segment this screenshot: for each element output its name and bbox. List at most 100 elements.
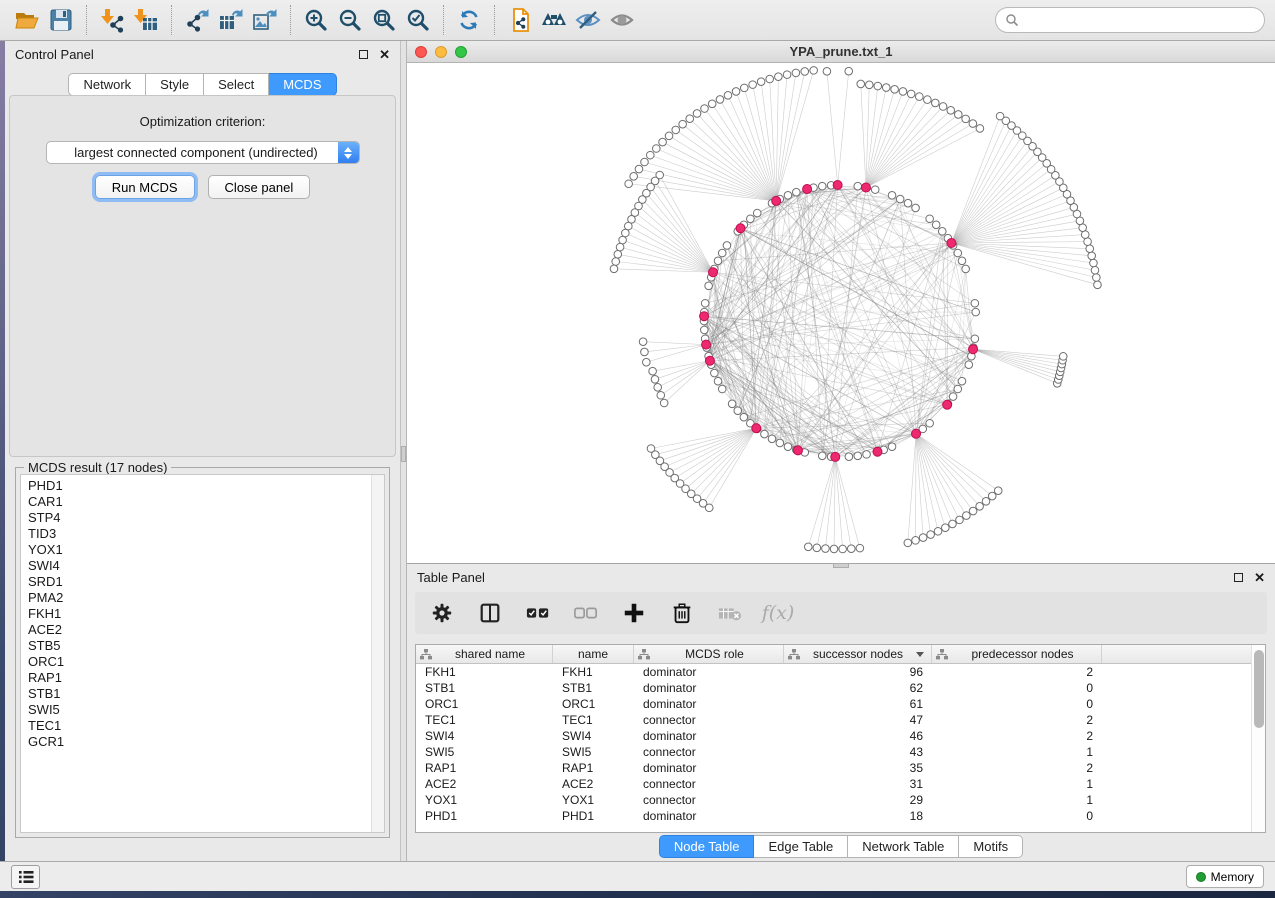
leaf-node[interactable]: [622, 229, 630, 237]
column-header-predecessor-nodes[interactable]: predecessor nodes: [932, 645, 1102, 663]
ring-node[interactable]: [926, 419, 934, 427]
import-network-icon[interactable]: [95, 4, 129, 36]
leaf-node[interactable]: [1093, 274, 1101, 282]
leaf-node[interactable]: [857, 80, 865, 88]
leaf-node[interactable]: [947, 107, 955, 115]
ring-node[interactable]: [871, 186, 879, 194]
ring-node[interactable]: [971, 335, 979, 343]
leaf-node[interactable]: [643, 358, 651, 366]
export-network-icon[interactable]: [180, 4, 214, 36]
leaf-node[interactable]: [740, 84, 748, 92]
list-item[interactable]: TEC1: [28, 718, 371, 734]
splitter-grip[interactable]: [833, 563, 849, 568]
ring-node[interactable]: [734, 407, 742, 415]
leaf-node[interactable]: [822, 545, 830, 553]
leaf-node[interactable]: [847, 545, 855, 553]
leaf-node[interactable]: [657, 391, 665, 399]
table-scrollbar[interactable]: [1251, 645, 1265, 832]
leaf-node[interactable]: [891, 86, 899, 94]
leaf-node[interactable]: [766, 75, 774, 83]
ring-node[interactable]: [776, 439, 784, 447]
ring-node[interactable]: [888, 192, 896, 200]
leaf-node[interactable]: [1086, 245, 1094, 253]
ring-node[interactable]: [854, 452, 862, 460]
hide-selected-icon[interactable]: [571, 4, 605, 36]
leaf-node[interactable]: [641, 348, 649, 356]
ring-node[interactable]: [958, 377, 966, 385]
leaf-node[interactable]: [672, 126, 680, 134]
leaf-node[interactable]: [792, 69, 800, 77]
leaf-node[interactable]: [982, 497, 990, 505]
leaf-node[interactable]: [635, 165, 643, 173]
list-item[interactable]: PHD1: [28, 478, 371, 494]
column-header-successor-nodes[interactable]: successor nodes: [784, 645, 932, 663]
table-row[interactable]: TEC1TEC1connector472: [416, 712, 1251, 728]
column-header-name[interactable]: name: [553, 645, 634, 663]
leaf-node[interactable]: [874, 82, 882, 90]
leaf-node[interactable]: [962, 115, 970, 123]
list-item[interactable]: STP4: [28, 510, 371, 526]
zoom-out-icon[interactable]: [333, 4, 367, 36]
leaf-node[interactable]: [1090, 259, 1098, 267]
table-row[interactable]: RAP1RAP1dominator352: [416, 760, 1251, 776]
leaf-node[interactable]: [1084, 238, 1092, 246]
network-titlebar[interactable]: YPA_prune.txt_1: [407, 41, 1275, 63]
leaf-node[interactable]: [639, 338, 647, 346]
ring-node[interactable]: [958, 257, 966, 265]
ring-node[interactable]: [753, 209, 761, 217]
leaf-node[interactable]: [907, 90, 915, 98]
leaf-node[interactable]: [963, 512, 971, 520]
leaf-node[interactable]: [701, 105, 709, 113]
leaf-node[interactable]: [954, 111, 962, 119]
ring-node[interactable]: [972, 308, 980, 316]
leaf-node[interactable]: [996, 112, 1004, 120]
leaf-node[interactable]: [783, 71, 791, 79]
ring-node[interactable]: [747, 215, 755, 223]
leaf-node[interactable]: [660, 399, 668, 407]
leaf-node[interactable]: [1059, 353, 1067, 361]
dominator-node[interactable]: [793, 446, 802, 455]
leaf-node[interactable]: [931, 99, 939, 107]
vertical-splitter[interactable]: [400, 41, 407, 861]
leaf-node[interactable]: [693, 110, 701, 118]
ring-node[interactable]: [792, 188, 800, 196]
leaf-node[interactable]: [934, 527, 942, 535]
ring-node[interactable]: [949, 393, 957, 401]
list-item[interactable]: STB1: [28, 686, 371, 702]
ring-node[interactable]: [912, 204, 920, 212]
dominator-node[interactable]: [943, 400, 952, 409]
add-icon[interactable]: [621, 600, 647, 626]
show-all-icon[interactable]: [605, 4, 639, 36]
ring-node[interactable]: [705, 282, 713, 290]
list-item[interactable]: FKH1: [28, 606, 371, 622]
leaf-node[interactable]: [804, 543, 812, 551]
list-item[interactable]: CAR1: [28, 494, 371, 510]
leaf-node[interactable]: [924, 96, 932, 104]
leaf-node[interactable]: [1094, 281, 1102, 289]
dominator-node[interactable]: [873, 447, 882, 456]
tab-node-table[interactable]: Node Table: [659, 835, 755, 858]
ring-node[interactable]: [938, 228, 946, 236]
leaf-node[interactable]: [649, 367, 657, 375]
tab-style[interactable]: Style: [146, 73, 204, 96]
list-item[interactable]: ACE2: [28, 622, 371, 638]
leaf-node[interactable]: [679, 120, 687, 128]
leaf-node[interactable]: [988, 492, 996, 500]
leaf-node[interactable]: [716, 96, 724, 104]
ring-node[interactable]: [954, 385, 962, 393]
dominator-node[interactable]: [833, 181, 842, 190]
leaf-node[interactable]: [839, 545, 847, 553]
leaf-node[interactable]: [927, 531, 935, 539]
leaf-node[interactable]: [956, 516, 964, 524]
dominator-node[interactable]: [709, 268, 718, 277]
dominator-node[interactable]: [705, 356, 714, 365]
ring-node[interactable]: [854, 182, 862, 190]
tab-motifs[interactable]: Motifs: [959, 835, 1023, 858]
leaf-node[interactable]: [646, 151, 654, 159]
leaf-node[interactable]: [625, 180, 633, 188]
leaf-node[interactable]: [619, 236, 627, 244]
leaf-node[interactable]: [757, 78, 765, 86]
dominator-node[interactable]: [803, 185, 812, 194]
list-item[interactable]: YOX1: [28, 542, 371, 558]
list-item[interactable]: STB5: [28, 638, 371, 654]
